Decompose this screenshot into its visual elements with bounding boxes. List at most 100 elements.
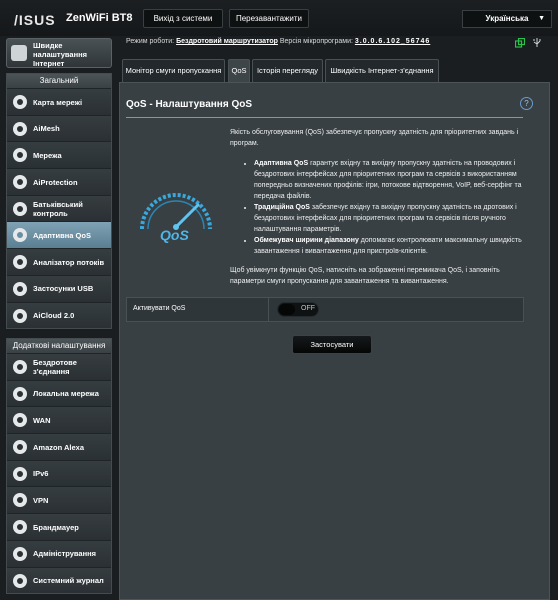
firewall-icon [13, 520, 27, 535]
reboot-button[interactable]: Перезавантажити [229, 9, 309, 28]
sidebar-item-aiprotection[interactable]: AiProtection [7, 168, 111, 195]
sidebar-item-label: Аналізатор потоків [33, 257, 105, 267]
admin-icon [13, 546, 27, 561]
tab-web-history[interactable]: Історія перегляду [252, 59, 323, 82]
sidebar-item-network[interactable]: Мережа [7, 141, 111, 169]
aimesh-icon [13, 121, 27, 136]
bullet-head: Обмежувач ширини діапазону [254, 237, 359, 244]
sidebar-item-label: IPv6 [33, 469, 49, 479]
sidebar-item-wan[interactable]: WAN [7, 406, 111, 434]
qos-panel: QoS - Налаштування QoS ? QoS Якість обсл… [119, 82, 550, 600]
sidebar-item-label: Бездротове з'єднання [33, 358, 77, 376]
tab-speedtest[interactable]: Швидкість Інтернет-з'єднання [325, 59, 439, 82]
advanced-section: Додаткові налаштування Бездротове з'єдна… [6, 338, 112, 595]
sidebar-item-label: AiProtection [33, 177, 78, 187]
sidebar-item-alexa[interactable]: Amazon Alexa [7, 433, 111, 460]
syslog-icon [13, 573, 27, 588]
toggle-knob [279, 304, 295, 315]
sidebar-item-parental-control[interactable]: Батьківський контроль [7, 194, 111, 222]
model-name: ZenWiFi BT8 [66, 12, 133, 24]
logout-button[interactable]: Вихід з системи [143, 9, 223, 28]
sidebar-item-label: Amazon Alexa [33, 442, 84, 452]
qos-icon [13, 228, 27, 243]
network-map-icon [13, 95, 27, 109]
traffic-analyzer-icon [13, 255, 27, 270]
row-divider [268, 298, 269, 321]
advanced-section-title: Додаткові налаштування [7, 339, 111, 353]
toggle-state: OFF [301, 305, 315, 312]
mode-label: Режим роботи: [126, 38, 175, 45]
activate-qos-label: Активувати QoS [133, 305, 186, 312]
help-icon[interactable]: ? [520, 97, 533, 110]
gauge-label: QoS [160, 227, 189, 243]
sidebar-item-label: Мережа [33, 150, 62, 160]
list-item: Обмежувач ширини діапазону допомагає кон… [254, 235, 530, 257]
qos-description: Якість обслуговування (QoS) забезпечує п… [230, 127, 530, 287]
language-value: Українська [485, 14, 529, 23]
quick-setup-button[interactable]: Швидке налаштування Інтернет [6, 38, 112, 68]
tab-qos[interactable]: QoS [228, 59, 250, 82]
asus-logo[interactable]: /ISUS [14, 12, 56, 28]
sidebar-item-vpn[interactable]: VPN [7, 486, 111, 514]
outro-text: Щоб увімкнути функцію QoS, натисніть на … [230, 267, 500, 285]
sidebar-item-label: Адаптивна QoS [33, 230, 91, 240]
usb-status-icon[interactable] [532, 38, 542, 48]
general-section-title: Загальний [7, 74, 111, 88]
sidebar-item-label: Батьківський контроль [33, 199, 83, 218]
network-icon [13, 148, 27, 163]
sidebar-item-lan[interactable]: Локальна мережа [7, 379, 111, 407]
sidebar-item-label: AiCloud 2.0 [33, 311, 75, 320]
general-section: Загальний Карта мережі AiMesh Мережа AiProt… [6, 73, 112, 330]
mode-value-link[interactable]: Бездротовий маршрутизатор [176, 38, 278, 45]
aicloud-icon [13, 308, 27, 323]
sidebar-item-ipv6[interactable]: IPv6 [7, 459, 111, 487]
sidebar-item-label: VPN [33, 495, 49, 505]
apply-button[interactable]: Застосувати [292, 335, 372, 354]
language-select[interactable]: Українська ▼ [462, 10, 552, 28]
sidebar-item-label: Карта мережі [33, 97, 83, 107]
sidebar-item-aicloud[interactable]: AiCloud 2.0 [7, 301, 111, 329]
wan-icon [13, 413, 27, 428]
list-item: Адаптивна QoS гарантує вхідну та вихідну… [254, 158, 530, 202]
sidebar-item-admin[interactable]: Адміністрування [7, 539, 111, 567]
list-item: Традиційна QoS забезпечує вхідну та вихі… [254, 202, 530, 235]
title-divider [126, 117, 523, 118]
sidebar-item-wireless[interactable]: Бездротове з'єднання [7, 353, 111, 380]
sidebar-item-syslog[interactable]: Системний журнал [7, 566, 111, 594]
sidebar-item-qos[interactable]: Адаптивна QoS [7, 221, 111, 249]
sidebar-item-network-map[interactable]: Карта мережі [7, 88, 111, 115]
parental-control-icon [13, 201, 27, 216]
quick-setup-label: Швидке налаштування Інтернет [33, 41, 88, 68]
fw-version-link[interactable]: 3.0.0.6.102_56746 [355, 38, 430, 45]
usb-icon [13, 281, 27, 296]
qos-toggle[interactable]: OFF [277, 302, 319, 317]
qos-gauge-icon: QoS [140, 193, 212, 243]
intro-text: Якість обслуговування (QoS) забезпечує п… [230, 129, 519, 147]
tab-bandwidth-monitor[interactable]: Монітор смуги пропускання [122, 59, 225, 82]
sidebar-item-label: WAN [33, 415, 51, 425]
network-status-icon[interactable] [515, 38, 525, 48]
vpn-icon [13, 493, 27, 508]
fw-label: Версія мікропрограми: [279, 38, 353, 45]
sidebar-item-aimesh[interactable]: AiMesh [7, 114, 111, 142]
top-bar: /ISUS ZenWiFi BT8 Вихід з системи Переза… [0, 0, 558, 36]
page-title: QoS - Налаштування QoS [126, 99, 253, 110]
sidebar-item-label: AiMesh [33, 124, 60, 134]
bullet-head: Адаптивна QoS [254, 160, 309, 167]
sidebar-item-usb[interactable]: Застосунки USB [7, 274, 111, 302]
bullet-head: Традиційна QoS [254, 204, 310, 211]
aiprotection-icon [13, 175, 27, 190]
lan-icon [13, 386, 27, 401]
ipv6-icon [13, 466, 27, 481]
sidebar-item-label: Застосунки USB [33, 284, 94, 294]
chevron-down-icon: ▼ [538, 15, 545, 22]
sidebar-item-firewall[interactable]: Брандмауер [7, 513, 111, 540]
wireless-icon [13, 360, 27, 374]
sidebar-item-label: Локальна мережа [33, 389, 99, 399]
sidebar-item-traffic-analyzer[interactable]: Аналізатор потоків [7, 248, 111, 275]
sidebar-item-label: Системний журнал [33, 576, 104, 585]
sidebar-item-label: Адміністрування [33, 549, 97, 559]
sidebar-item-label: Брандмауер [33, 522, 79, 532]
alexa-icon [13, 440, 27, 455]
qos-feature-list: Адаптивна QoS гарантує вхідну та вихідну… [230, 158, 530, 257]
